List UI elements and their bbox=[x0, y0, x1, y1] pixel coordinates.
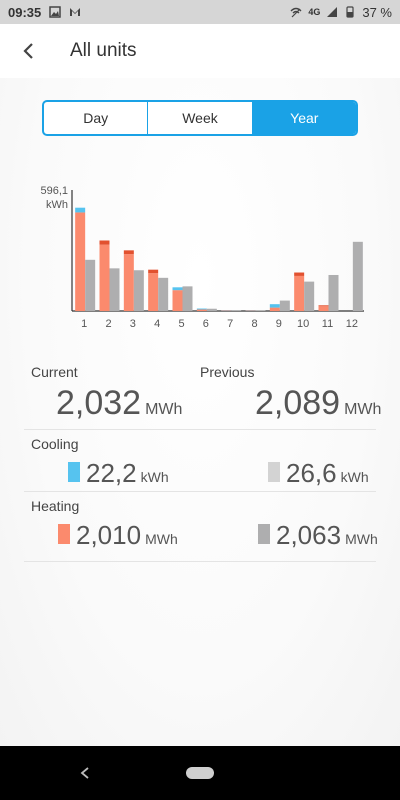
bar-current-cooling bbox=[196, 308, 207, 310]
y-axis-unit: kWh bbox=[46, 199, 68, 211]
battery-icon bbox=[346, 6, 354, 18]
tab-day[interactable]: Day bbox=[44, 102, 149, 134]
summary-panel: Current Previous 2,032 MWh 2,089 MWh Cooli… bbox=[24, 358, 381, 562]
nav-back-icon bbox=[80, 766, 89, 779]
cooling-label: Cooling bbox=[31, 436, 79, 452]
bar-previous bbox=[279, 300, 290, 311]
totals-row: Current Previous 2,032 MWh 2,089 MWh bbox=[24, 358, 381, 430]
x-tick-label: 5 bbox=[178, 318, 184, 330]
x-tick-label: 12 bbox=[346, 318, 358, 330]
x-tick-label: 3 bbox=[130, 318, 136, 330]
cooling-current-swatch bbox=[68, 462, 80, 482]
previous-total: 2,089 MWh bbox=[255, 384, 381, 423]
cooling-previous-unit: kWh bbox=[340, 469, 369, 485]
cooling-previous: 26,6 kWh bbox=[268, 458, 369, 489]
x-tick-label: 6 bbox=[203, 318, 209, 330]
x-tick-label: 1 bbox=[81, 318, 87, 330]
signal-icon bbox=[327, 7, 338, 17]
bar-current-heating bbox=[269, 307, 280, 311]
bar-previous bbox=[133, 270, 144, 311]
cooling-previous-value: 26,6 bbox=[286, 458, 337, 488]
nav-home-button[interactable] bbox=[186, 767, 214, 779]
tab-week[interactable]: Week bbox=[148, 102, 253, 134]
current-label: Current bbox=[31, 364, 78, 380]
back-button[interactable] bbox=[0, 24, 56, 78]
bar-previous bbox=[206, 308, 217, 311]
status-time: 09:35 bbox=[8, 4, 42, 20]
y-axis-label: 596,1 kWh bbox=[28, 184, 68, 212]
network-type: 4G bbox=[308, 7, 321, 17]
status-bar: 09:35 4G 37 % bbox=[0, 0, 400, 24]
bar-previous bbox=[304, 281, 315, 311]
bar-previous bbox=[85, 259, 96, 311]
bar-current-heating bbox=[172, 290, 183, 311]
page-title: All units bbox=[70, 40, 137, 61]
bar-current-heating bbox=[318, 306, 329, 311]
heating-row: Heating 2,010 MWh 2,063 MWh bbox=[24, 492, 378, 562]
bar-previous bbox=[109, 268, 120, 311]
x-tick-label: 7 bbox=[227, 318, 233, 330]
bar-previous bbox=[328, 274, 339, 311]
current-total-value: 2,032 bbox=[56, 384, 142, 422]
y-axis-max: 596,1 bbox=[40, 185, 68, 197]
x-tick-label: 2 bbox=[105, 318, 111, 330]
gmail-icon bbox=[70, 8, 81, 16]
current-total: 2,032 MWh bbox=[56, 384, 182, 423]
previous-total-unit: MWh bbox=[344, 401, 382, 418]
bar-previous bbox=[182, 286, 193, 311]
bar-current-cooling bbox=[172, 287, 183, 291]
heating-previous-value: 2,063 bbox=[276, 520, 342, 550]
heating-previous-unit: MWh bbox=[345, 531, 378, 547]
bar-current-cooling bbox=[75, 207, 86, 213]
x-tick-label: 10 bbox=[297, 318, 309, 330]
system-nav-bar bbox=[0, 746, 400, 800]
bar-current-cooling bbox=[99, 240, 110, 245]
app-bar: All units bbox=[0, 24, 400, 78]
bar-previous bbox=[231, 310, 242, 311]
heating-label: Heating bbox=[31, 498, 80, 514]
heating-previous: 2,063 MWh bbox=[258, 520, 378, 551]
bar-current-cooling bbox=[123, 250, 134, 255]
x-tick-label: 9 bbox=[276, 318, 282, 330]
cooling-current-value: 22,2 bbox=[86, 458, 137, 488]
heating-current-unit: MWh bbox=[145, 531, 178, 547]
heating-previous-swatch bbox=[258, 524, 270, 544]
bar-current-heating bbox=[123, 254, 134, 311]
bar-current-heating bbox=[148, 273, 159, 311]
bar-current-cooling bbox=[318, 305, 329, 307]
bar-current-heating bbox=[99, 244, 110, 311]
previous-total-value: 2,089 bbox=[255, 384, 341, 422]
bar-current-heating bbox=[221, 310, 232, 311]
bar-current-heating bbox=[75, 212, 86, 311]
bar-previous bbox=[158, 277, 169, 311]
back-arrow-icon bbox=[23, 43, 33, 59]
bar-current-cooling bbox=[148, 269, 159, 274]
tab-year[interactable]: Year bbox=[252, 102, 356, 134]
nav-back-button[interactable] bbox=[80, 763, 90, 784]
previous-label: Previous bbox=[200, 364, 255, 380]
cooling-previous-swatch bbox=[268, 462, 280, 482]
cooling-current: 22,2 kWh bbox=[68, 458, 169, 489]
heating-current-swatch bbox=[58, 524, 70, 544]
cooling-row: Cooling 22,2 kWh 26,6 kWh bbox=[24, 430, 376, 492]
bar-current-cooling bbox=[294, 272, 305, 276]
main-content: Day Week Year 596,1 kWh 1 2 3 4 5 6 7 8 9 10 11 12 … bbox=[0, 78, 400, 746]
current-total-unit: MWh bbox=[145, 401, 183, 418]
image-icon bbox=[49, 6, 61, 18]
cooling-current-unit: kWh bbox=[140, 469, 169, 485]
wifi-off-icon bbox=[290, 7, 302, 18]
x-tick-label: 4 bbox=[154, 318, 160, 330]
bar-previous bbox=[255, 310, 266, 311]
bar-current-heating bbox=[196, 309, 207, 311]
bar-previous bbox=[352, 241, 363, 311]
period-selector: Day Week Year bbox=[42, 100, 358, 136]
bar-current-heating bbox=[294, 275, 305, 311]
battery-level: 37 % bbox=[362, 4, 392, 20]
x-tick-label: 11 bbox=[322, 318, 333, 330]
heating-current-value: 2,010 bbox=[76, 520, 142, 550]
heating-current: 2,010 MWh bbox=[58, 520, 178, 551]
bar-current-cooling bbox=[269, 304, 280, 308]
x-tick-label: 8 bbox=[251, 318, 257, 330]
energy-chart: 596,1 kWh 1 2 3 4 5 6 7 8 9 10 11 12 bbox=[0, 178, 400, 338]
